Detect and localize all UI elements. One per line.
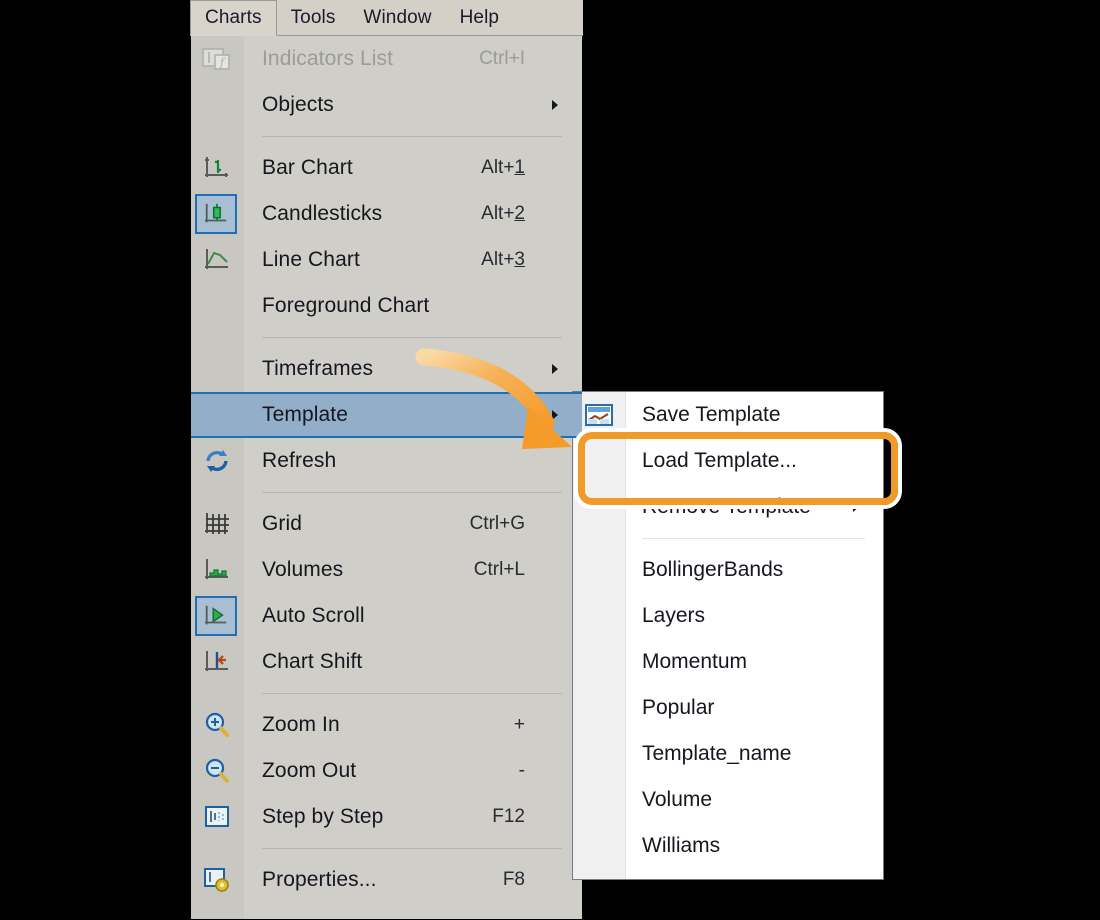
- menu-separator: [262, 848, 562, 849]
- menu-item-accelerator: +: [513, 714, 525, 735]
- candlestick-chart-icon: [195, 194, 237, 234]
- menu-item-accelerator: Ctrl+L: [473, 559, 525, 580]
- menu-item-accelerator: Alt+1: [481, 157, 525, 178]
- menu-item-zoom-in[interactable]: Zoom In +: [191, 702, 582, 748]
- submenu-item-label: Momentum: [642, 650, 748, 673]
- menu-item-properties[interactable]: Properties... F8: [191, 857, 582, 903]
- submenu-item-label: Layers: [642, 604, 706, 627]
- menu-item-bar-chart[interactable]: Bar Chart Alt+1: [191, 145, 582, 191]
- menu-item-label: Line Chart: [262, 248, 360, 271]
- submenu-item-label: Volume: [642, 788, 713, 811]
- menu-item-refresh[interactable]: Refresh: [191, 438, 582, 484]
- menubar-item-tools[interactable]: Tools: [277, 0, 350, 36]
- menu-item-foreground-chart[interactable]: Foreground Chart: [191, 283, 582, 329]
- menu-item-label: Foreground Chart: [262, 294, 430, 317]
- menu-item-accelerator: F8: [502, 869, 525, 890]
- step-by-step-icon: [195, 797, 239, 837]
- chevron-right-icon: [552, 410, 558, 420]
- menubar-item-label: Window: [363, 7, 432, 28]
- menubar-item-label: Charts: [205, 7, 262, 28]
- menu-separator: [262, 693, 562, 694]
- menu-item-label: Timeframes: [262, 357, 374, 380]
- submenu-item-label: BollingerBands: [642, 558, 784, 581]
- chevron-right-icon: [552, 364, 558, 374]
- submenu-item-save-template[interactable]: Save Template: [573, 392, 883, 438]
- submenu-item-popular[interactable]: Popular: [573, 685, 883, 731]
- zoom-in-icon: [195, 705, 239, 745]
- menu-item-label: Template: [262, 403, 349, 426]
- submenu-item-momentum[interactable]: Momentum: [573, 639, 883, 685]
- menu-item-label: Zoom In: [262, 713, 340, 736]
- menu-item-label: Candlesticks: [262, 202, 383, 225]
- menu-item-chart-shift[interactable]: Chart Shift: [191, 639, 582, 685]
- menu-item-label: Chart Shift: [262, 650, 363, 673]
- menubar-item-label: Help: [459, 7, 500, 28]
- submenu-item-bollingerbands[interactable]: BollingerBands: [573, 547, 883, 593]
- chevron-right-icon: [853, 502, 859, 512]
- submenu-item-volume[interactable]: Volume: [573, 777, 883, 823]
- menubar-item-charts[interactable]: Charts: [190, 0, 277, 36]
- menu-item-grid[interactable]: Grid Ctrl+G: [191, 501, 582, 547]
- save-template-icon: [578, 397, 620, 433]
- menu-item-label: Indicators List: [262, 47, 394, 70]
- menu-item-label: Objects: [262, 93, 334, 116]
- menu-separator: [262, 337, 562, 338]
- zoom-out-icon: [195, 751, 239, 791]
- submenu-item-label: Load Template...: [642, 449, 797, 472]
- menubar-item-window[interactable]: Window: [349, 0, 445, 36]
- chart-shift-icon: [195, 642, 239, 682]
- submenu-item-template-name[interactable]: Template_name: [573, 731, 883, 777]
- menu-item-candlesticks[interactable]: Candlesticks Alt+2: [191, 191, 582, 237]
- submenu-item-load-template[interactable]: Load Template...: [573, 438, 883, 484]
- menu-item-accelerator: Ctrl+I: [479, 48, 525, 69]
- menu-item-step-by-step[interactable]: Step by Step F12: [191, 794, 582, 840]
- menu-item-line-chart[interactable]: Line Chart Alt+3: [191, 237, 582, 283]
- menu-separator: [262, 136, 562, 137]
- charts-dropdown-menu: f Indicators List Ctrl+I Objects Bar Cha…: [190, 36, 583, 920]
- menu-item-label: Volumes: [262, 558, 344, 581]
- bar-chart-icon: [195, 148, 239, 188]
- menu-item-label: Properties...: [262, 868, 377, 891]
- auto-scroll-icon: [195, 596, 237, 636]
- menu-item-label: Auto Scroll: [262, 604, 365, 627]
- menu-item-label: Zoom Out: [262, 759, 357, 782]
- menu-separator: [262, 492, 562, 493]
- properties-icon: [195, 860, 239, 900]
- indicators-list-icon: f: [195, 39, 239, 79]
- menu-item-accelerator: Ctrl+G: [469, 513, 525, 534]
- template-submenu: Save Template Load Template... Remove Te…: [572, 391, 884, 880]
- menu-item-accelerator: Alt+2: [481, 203, 525, 224]
- menu-item-accelerator: Alt+3: [481, 249, 525, 270]
- menu-item-accelerator: F12: [492, 806, 525, 827]
- submenu-separator: [642, 538, 865, 539]
- line-chart-icon: [195, 240, 239, 280]
- menu-bar: Charts Tools Window Help: [190, 0, 583, 36]
- menu-item-label: Grid: [262, 512, 303, 535]
- menu-item-indicators-list[interactable]: f Indicators List Ctrl+I: [191, 36, 582, 82]
- menu-item-auto-scroll[interactable]: Auto Scroll: [191, 593, 582, 639]
- refresh-icon: [195, 441, 239, 481]
- menu-item-template[interactable]: Template: [191, 392, 582, 438]
- chevron-right-icon: [552, 100, 558, 110]
- submenu-item-layers[interactable]: Layers: [573, 593, 883, 639]
- volumes-icon: [195, 550, 239, 590]
- submenu-item-remove-template[interactable]: Remove Template: [573, 484, 883, 530]
- menu-item-timeframes[interactable]: Timeframes: [191, 346, 582, 392]
- menu-item-objects[interactable]: Objects: [191, 82, 582, 128]
- menubar-item-label: Tools: [290, 7, 336, 28]
- menu-item-label: Bar Chart: [262, 156, 353, 179]
- menu-item-label: Step by Step: [262, 805, 384, 828]
- menu-item-volumes[interactable]: Volumes Ctrl+L: [191, 547, 582, 593]
- menu-item-accelerator: -: [518, 760, 525, 781]
- submenu-item-label: Save Template: [642, 403, 781, 426]
- grid-icon: [195, 504, 239, 544]
- menu-item-zoom-out[interactable]: Zoom Out -: [191, 748, 582, 794]
- submenu-item-label: Template_name: [642, 742, 792, 765]
- submenu-item-label: Remove Template: [642, 495, 811, 518]
- submenu-item-label: Popular: [642, 696, 715, 719]
- menubar-item-help[interactable]: Help: [446, 0, 513, 36]
- submenu-item-label: Williams: [642, 834, 721, 857]
- menu-item-label: Refresh: [262, 449, 337, 472]
- submenu-item-williams[interactable]: Williams: [573, 823, 883, 869]
